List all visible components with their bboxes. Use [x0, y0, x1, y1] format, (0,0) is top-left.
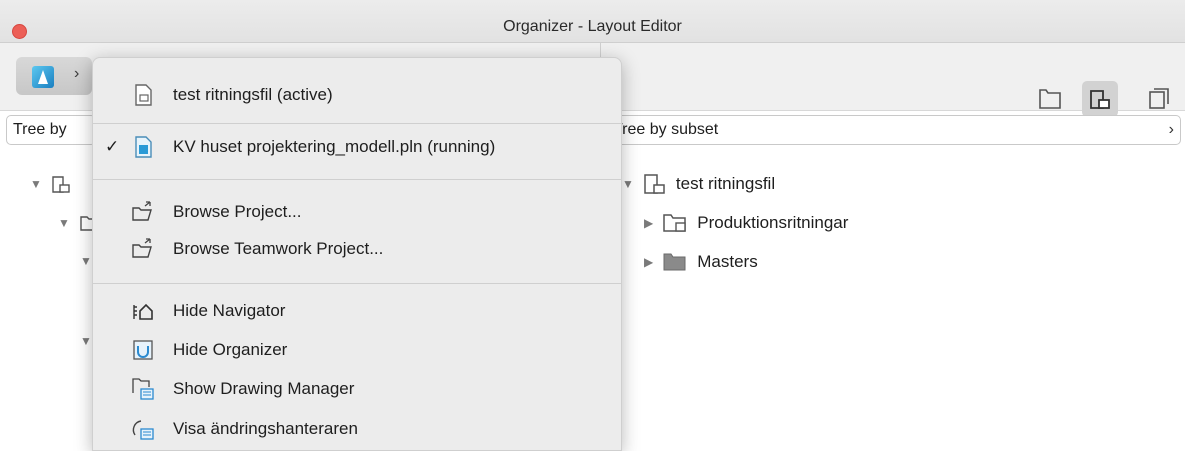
menu-item-browse-teamwork[interactable]: Browse Teamwork Project... — [93, 232, 621, 266]
tree-item-label: test ritningsfil — [675, 174, 776, 193]
menu-item-change-manager[interactable]: Visa ändringshanteraren — [93, 412, 621, 446]
disclosure-closed-icon: ▶ — [644, 255, 654, 269]
project-switcher-menu: test ritningsfil (active) ✓ KV huset pro… — [92, 57, 622, 451]
tree-item-label: Masters — [697, 252, 758, 271]
project-switcher-button[interactable]: › — [16, 57, 92, 95]
disclosure-open-icon: ▼ — [30, 177, 42, 191]
layout-book-icon — [644, 174, 665, 194]
checkmark-icon: ✓ — [105, 137, 120, 156]
organizer-icon — [133, 340, 153, 360]
chevron-right-icon: › — [74, 65, 80, 82]
folder-icon — [663, 253, 686, 271]
right-tree-selector[interactable]: Tree by subset › — [606, 115, 1181, 145]
menu-item-label: KV huset projektering_modell.pln (runnin… — [173, 137, 496, 156]
publisher-sets-icon[interactable] — [1147, 86, 1173, 112]
browse-folder-icon — [132, 238, 152, 258]
layout-book-icon — [52, 176, 70, 193]
menu-item-active-layout[interactable]: test ritningsfil (active) — [93, 78, 621, 112]
disclosure-open-icon: ▼ — [80, 334, 92, 348]
navigator-icon — [133, 303, 153, 320]
menu-item-hide-navigator[interactable]: Hide Navigator — [93, 294, 621, 328]
menu-item-label: test ritningsfil (active) — [173, 85, 333, 104]
left-tree-selector-label: Tree by — [13, 121, 67, 138]
left-tree-root[interactable]: ▼ — [30, 173, 72, 195]
tree-item-masters[interactable]: ▶ Masters — [644, 250, 758, 274]
menu-separator — [93, 283, 621, 284]
menu-separator — [93, 179, 621, 180]
menu-item-show-drawing-manager[interactable]: Show Drawing Manager — [93, 372, 621, 406]
menu-item-label: Browse Teamwork Project... — [173, 239, 384, 258]
menu-item-hide-organizer[interactable]: Hide Organizer — [93, 333, 621, 367]
tree-item-produktionsritningar[interactable]: ▶ Produktionsritningar — [644, 211, 848, 235]
right-tree-selector-label: Tree by subset — [613, 121, 719, 138]
change-manager-icon — [132, 420, 154, 440]
menu-item-label: Hide Navigator — [173, 301, 286, 320]
menu-item-label: Hide Organizer — [173, 340, 288, 359]
drawing-manager-icon — [132, 378, 154, 400]
disclosure-open-icon: ▼ — [622, 177, 634, 191]
archicad-icon — [32, 66, 54, 88]
browse-folder-icon — [132, 201, 152, 221]
left-tree-selector[interactable]: Tree by — [6, 115, 96, 145]
chevron-right-icon: › — [1168, 121, 1174, 138]
disclosure-open-icon: ▼ — [58, 216, 70, 230]
disclosure-closed-icon: ▶ — [644, 216, 654, 230]
menu-item-label: Show Drawing Manager — [173, 379, 355, 398]
window-title: Organizer - Layout Editor — [503, 18, 682, 35]
menu-item-label: Browse Project... — [173, 202, 302, 221]
title-bar: Organizer - Layout Editor — [0, 0, 1185, 43]
menu-separator — [93, 123, 621, 124]
disclosure-open-icon: ▼ — [80, 254, 92, 268]
left-tree-child[interactable]: ▼ — [80, 250, 92, 272]
tree-item-label: Produktionsritningar — [697, 213, 849, 232]
menu-item-running-project[interactable]: ✓ KV huset projektering_modell.pln (runn… — [93, 130, 621, 164]
layout-file-icon — [135, 84, 152, 106]
left-tree-child[interactable]: ▼ — [80, 330, 92, 352]
archicad-file-icon — [135, 136, 152, 158]
tree-item-test-ritningsfil[interactable]: ▼ test ritningsfil — [622, 171, 775, 197]
project-map-icon[interactable] — [1037, 86, 1063, 112]
subset-folder-icon — [663, 214, 686, 232]
layout-book-icon[interactable] — [1082, 81, 1118, 117]
menu-item-label: Visa ändringshanteraren — [173, 419, 358, 438]
menu-item-browse-project[interactable]: Browse Project... — [93, 195, 621, 229]
